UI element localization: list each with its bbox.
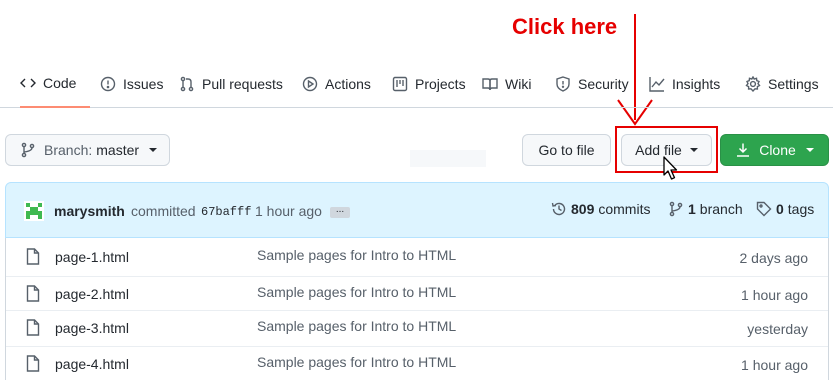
file-list: page-1.html Sample pages for Intro to HT… — [5, 238, 829, 380]
download-icon — [737, 143, 750, 157]
tab-label: Security — [578, 76, 629, 92]
file-icon — [26, 355, 40, 372]
table-row: page-4.html Sample pages for Intro to HT… — [6, 346, 828, 380]
mouse-pointer-icon — [663, 156, 678, 180]
tab-projects[interactable]: Projects — [392, 60, 466, 108]
branch-icon — [669, 201, 683, 217]
tab-label: Insights — [672, 76, 721, 92]
tab-label: Actions — [325, 76, 371, 92]
table-row: page-2.html Sample pages for Intro to HT… — [6, 276, 828, 310]
graph-icon — [649, 76, 665, 92]
tab-pull-requests[interactable]: Pull requests — [179, 60, 283, 108]
tab-label: Projects — [415, 76, 466, 92]
tag-icon — [756, 201, 772, 217]
file-updated-time: 1 hour ago — [741, 357, 808, 373]
branch-name: master — [96, 142, 140, 158]
branch-count-label: branch — [699, 201, 743, 217]
clone-button[interactable]: Clone — [720, 134, 829, 166]
file-name-link[interactable]: page-4.html — [55, 356, 129, 372]
project-icon — [392, 76, 408, 92]
tags-count: 0 — [776, 201, 784, 217]
chevron-down-icon — [149, 148, 158, 152]
file-name-link[interactable]: page-2.html — [55, 286, 129, 302]
tab-insights[interactable]: Insights — [649, 60, 720, 108]
go-to-file-button[interactable]: Go to file — [522, 134, 611, 166]
tab-settings[interactable]: Settings — [745, 60, 819, 108]
tab-actions[interactable]: Actions — [302, 60, 371, 108]
tab-label: Issues — [123, 76, 164, 92]
table-row: page-1.html Sample pages for Intro to HT… — [6, 240, 828, 274]
file-icon — [26, 319, 40, 336]
annotation-label: Click here — [512, 14, 618, 39]
file-updated-time: 1 hour ago — [741, 287, 808, 303]
commit-sha-link[interactable]: 67bafff — [201, 205, 251, 219]
repo-nav-tabs: Code Issues Pull requests Actions Projec… — [0, 60, 833, 108]
play-icon — [302, 76, 318, 92]
commits-label: commits — [598, 201, 651, 217]
issue-icon — [100, 76, 116, 92]
tags-label: tags — [787, 201, 815, 217]
commit-ellipsis-button[interactable]: ... — [330, 205, 350, 218]
branches-link[interactable]: 1 branch — [668, 201, 743, 217]
file-updated-time: yesterday — [747, 321, 808, 337]
branch-count: 1 — [688, 201, 696, 217]
book-icon — [482, 76, 498, 92]
tags-link[interactable]: 0 tags — [756, 201, 814, 217]
file-icon — [26, 248, 40, 265]
branch-selector-button[interactable]: Branch: master — [5, 134, 170, 166]
file-name-link[interactable]: page-1.html — [55, 249, 129, 265]
commit-author[interactable]: marysmith — [54, 203, 125, 219]
file-name-link[interactable]: page-3.html — [55, 320, 129, 336]
tab-label: Code — [43, 75, 77, 91]
commit-message-link[interactable]: Sample pages for Intro to HTML — [257, 354, 456, 370]
commits-count: 809 — [571, 201, 595, 217]
shield-icon — [555, 76, 571, 92]
tab-security[interactable]: Security — [555, 60, 629, 108]
file-icon — [26, 285, 40, 302]
tab-issues[interactable]: Issues — [100, 60, 163, 108]
pull-request-icon — [179, 76, 195, 92]
commit-message-link[interactable]: Sample pages for Intro to HTML — [257, 284, 456, 300]
tab-label: Pull requests — [202, 76, 283, 92]
branch-icon — [21, 142, 35, 158]
faint-placeholder — [410, 150, 486, 167]
commit-message-link[interactable]: Sample pages for Intro to HTML — [257, 247, 456, 263]
commit-verb: committed — [131, 203, 196, 219]
code-icon — [20, 75, 36, 91]
chevron-down-icon — [689, 148, 698, 152]
clone-label: Clone — [759, 142, 796, 158]
tab-label: Settings — [768, 76, 819, 92]
commit-message-link[interactable]: Sample pages for Intro to HTML — [257, 318, 456, 334]
commit-time: 1 hour ago — [255, 203, 322, 219]
tab-code[interactable]: Code — [20, 60, 90, 108]
tab-wiki[interactable]: Wiki — [482, 60, 531, 108]
commits-link[interactable]: 809 commits — [551, 201, 650, 217]
table-row: page-3.html Sample pages for Intro to HT… — [6, 310, 828, 344]
branch-label: Branch: — [44, 142, 93, 158]
tab-label: Wiki — [505, 76, 532, 92]
chevron-down-icon — [805, 148, 814, 152]
gear-icon — [745, 76, 761, 92]
history-icon — [551, 202, 566, 216]
avatar[interactable] — [24, 201, 44, 221]
file-updated-time: 2 days ago — [739, 250, 809, 266]
latest-commit-bar: marysmith committed 67bafff 1 hour ago .… — [5, 182, 829, 238]
